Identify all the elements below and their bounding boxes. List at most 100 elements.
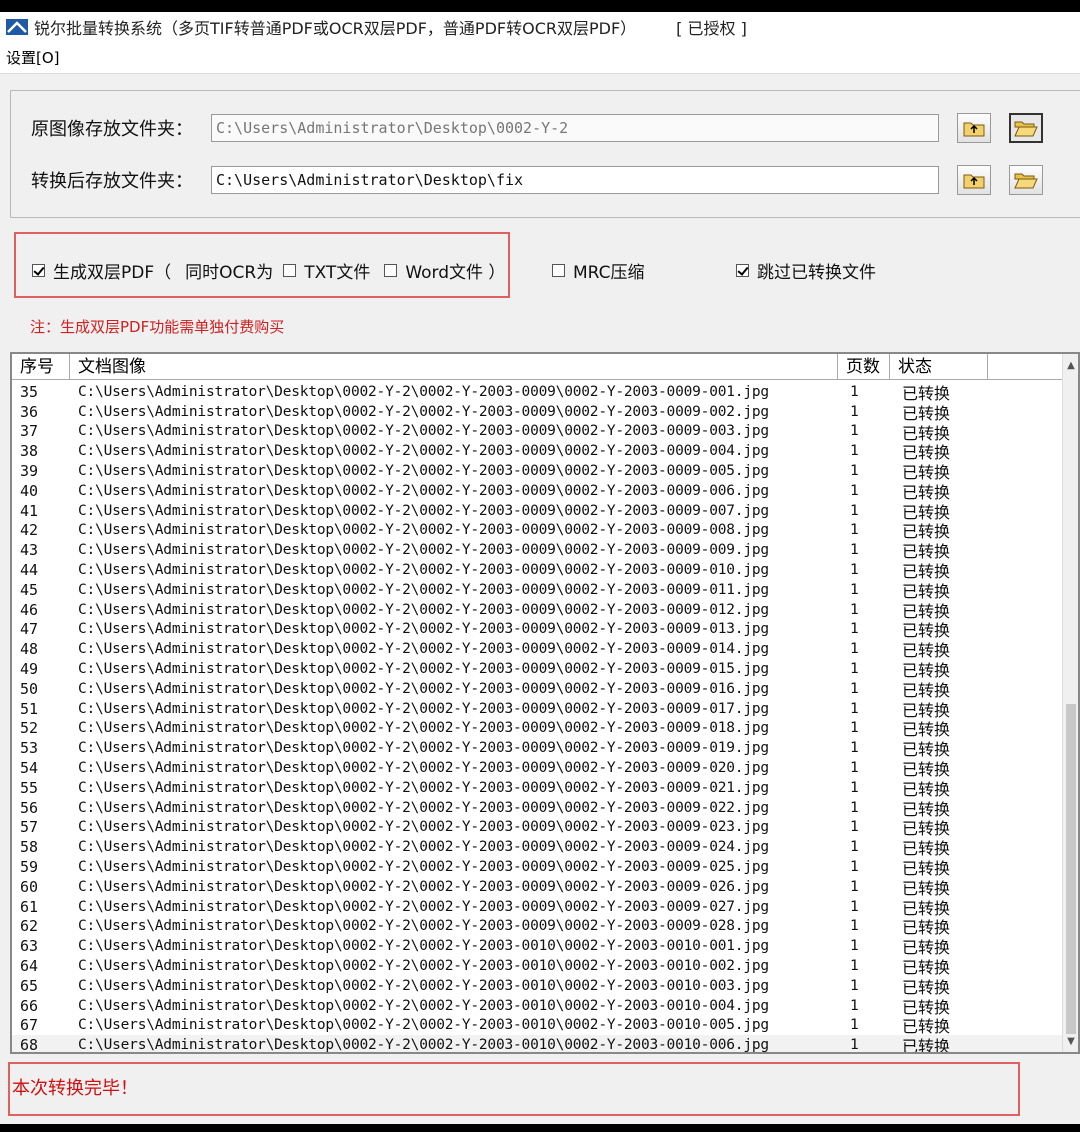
row-image-path: C:\Users\Administrator\Desktop\0002-Y-2\…: [78, 581, 769, 598]
row-image-path: C:\Users\Administrator\Desktop\0002-Y-2\…: [78, 661, 769, 678]
row-image-path: C:\Users\Administrator\Desktop\0002-Y-2\…: [78, 1017, 769, 1034]
window-title: 锐尔批量转换系统（多页TIF转普通PDF或OCR双层PDF，普通PDF转OCR双…: [34, 19, 637, 38]
file-list-body: 35 C:\Users\Administrator\Desktop\0002-Y-…: [12, 382, 1064, 1054]
output-folder-input[interactable]: [211, 166, 939, 194]
row-page-count: 1: [850, 799, 859, 816]
row-number: 51: [20, 699, 39, 718]
row-image-path: C:\Users\Administrator\Desktop\0002-Y-2\…: [78, 641, 769, 658]
row-page-count: 1: [850, 621, 859, 638]
row-image-path: C:\Users\Administrator\Desktop\0002-Y-2\…: [78, 1037, 769, 1054]
row-number: 37: [20, 422, 39, 441]
dual-layer-pdf-option[interactable]: 生成双层PDF（ 同时OCR为 TXT文件 Word文件 ）: [32, 258, 505, 283]
txt-file-label: TXT文件: [304, 263, 371, 283]
purchase-note: 注：生成双层PDF功能需单独付费购买: [30, 318, 285, 336]
column-header-image[interactable]: 文档图像: [70, 354, 838, 380]
row-number: 56: [20, 798, 39, 817]
row-image-path: C:\Users\Administrator\Desktop\0002-Y-2\…: [78, 423, 769, 440]
output-browse-button[interactable]: [1009, 165, 1043, 195]
row-number: 63: [20, 937, 39, 956]
screen-bottom-edge: [0, 1124, 1080, 1132]
row-page-count: 1: [850, 443, 859, 460]
row-number: 43: [20, 541, 39, 560]
row-number: 40: [20, 481, 39, 500]
menu-settings[interactable]: 设置[O]: [6, 47, 60, 68]
source-folder-row: 原图像存放文件夹：: [31, 113, 1043, 143]
scroll-down-icon[interactable]: ▼: [1063, 1032, 1078, 1050]
row-page-count: 1: [850, 839, 859, 856]
column-header-pages[interactable]: 页数: [838, 354, 890, 380]
row-number: 59: [20, 858, 39, 877]
row-image-path: C:\Users\Administrator\Desktop\0002-Y-2\…: [78, 977, 769, 994]
source-up-folder-button[interactable]: [957, 113, 991, 143]
row-page-count: 1: [850, 918, 859, 935]
scroll-thumb[interactable]: [1066, 704, 1076, 1034]
row-image-path: C:\Users\Administrator\Desktop\0002-Y-2\…: [78, 839, 769, 856]
row-image-path: C:\Users\Administrator\Desktop\0002-Y-2\…: [78, 621, 769, 638]
file-list[interactable]: 序号 文档图像 页数 状态 35 C:\Users\Administrator\D…: [10, 352, 1080, 1054]
open-folder-icon: [1014, 121, 1038, 137]
skip-converted-checkbox[interactable]: [736, 264, 749, 277]
row-number: 52: [20, 719, 39, 738]
folders-panel: 原图像存放文件夹： 转换后存放文件夹：: [10, 90, 1080, 218]
row-number: 38: [20, 442, 39, 461]
row-number: 67: [20, 1016, 39, 1035]
up-folder-icon: [963, 174, 985, 189]
row-number: 46: [20, 600, 39, 619]
skip-converted-label: 跳过已转换文件: [757, 263, 876, 283]
row-number: 66: [20, 996, 39, 1015]
txt-file-checkbox[interactable]: [283, 264, 297, 277]
row-image-path: C:\Users\Administrator\Desktop\0002-Y-2\…: [78, 799, 769, 816]
skip-converted-option[interactable]: 跳过已转换文件: [736, 258, 876, 283]
mrc-option[interactable]: MRC压缩: [552, 258, 645, 283]
row-image-path: C:\Users\Administrator\Desktop\0002-Y-2\…: [78, 562, 769, 579]
row-status: 已转换: [902, 1037, 951, 1054]
source-browse-button[interactable]: [1009, 113, 1043, 143]
row-image-path: C:\Users\Administrator\Desktop\0002-Y-2\…: [78, 898, 769, 915]
row-page-count: 1: [850, 779, 859, 796]
row-number: 42: [20, 521, 39, 540]
row-image-path: C:\Users\Administrator\Desktop\0002-Y-2\…: [78, 542, 769, 559]
column-header-status[interactable]: 状态: [890, 354, 988, 380]
row-image-path: C:\Users\Administrator\Desktop\0002-Y-2\…: [78, 819, 769, 836]
row-image-path: C:\Users\Administrator\Desktop\0002-Y-2\…: [78, 601, 769, 618]
row-image-path: C:\Users\Administrator\Desktop\0002-Y-2\…: [78, 720, 769, 737]
dual-layer-pdf-checkbox[interactable]: [32, 264, 45, 277]
output-folder-row: 转换后存放文件夹：: [31, 165, 1043, 195]
row-page-count: 1: [850, 581, 859, 598]
row-image-path: C:\Users\Administrator\Desktop\0002-Y-2\…: [78, 760, 769, 777]
scroll-up-icon[interactable]: ▲: [1063, 356, 1078, 374]
word-file-checkbox[interactable]: [384, 264, 398, 277]
ocr-also-label: 同时OCR为: [185, 263, 274, 283]
row-page-count: 1: [850, 878, 859, 895]
row-page-count: 1: [850, 522, 859, 539]
row-number: 36: [20, 402, 39, 421]
column-header-no[interactable]: 序号: [12, 354, 70, 380]
row-image-path: C:\Users\Administrator\Desktop\0002-Y-2\…: [78, 443, 769, 460]
row-number: 62: [20, 917, 39, 936]
mrc-checkbox[interactable]: [552, 264, 565, 277]
row-image-path: C:\Users\Administrator\Desktop\0002-Y-2\…: [78, 878, 769, 895]
row-number: 65: [20, 976, 39, 995]
row-page-count: 1: [850, 977, 859, 994]
menu-bar: 设置[O]: [0, 42, 1080, 74]
row-page-count: 1: [850, 383, 859, 400]
license-status: [ 已授权 ]: [676, 19, 747, 38]
row-page-count: 1: [850, 463, 859, 480]
row-number: 64: [20, 957, 39, 975]
row-image-path: C:\Users\Administrator\Desktop\0002-Y-2\…: [78, 918, 769, 935]
row-page-count: 1: [850, 601, 859, 618]
row-image-path: C:\Users\Administrator\Desktop\0002-Y-2\…: [78, 383, 769, 400]
row-image-path: C:\Users\Administrator\Desktop\0002-Y-2\…: [78, 958, 769, 974]
row-number: 60: [20, 877, 39, 896]
table-row[interactable]: 68 C:\Users\Administrator\Desktop\0002-Y-…: [12, 1035, 1064, 1054]
row-image-path: C:\Users\Administrator\Desktop\0002-Y-2\…: [78, 502, 769, 519]
row-image-path: C:\Users\Administrator\Desktop\0002-Y-2\…: [78, 700, 769, 717]
row-number: 47: [20, 620, 39, 639]
vertical-scrollbar[interactable]: ▲ ▼: [1062, 354, 1078, 1052]
row-number: 48: [20, 640, 39, 659]
row-page-count: 1: [850, 898, 859, 915]
options-area: 生成双层PDF（ 同时OCR为 TXT文件 Word文件 ） MRC压缩 跳过已…: [0, 228, 1080, 348]
row-page-count: 1: [850, 760, 859, 777]
source-folder-input[interactable]: [211, 114, 939, 142]
output-up-folder-button[interactable]: [957, 165, 991, 195]
